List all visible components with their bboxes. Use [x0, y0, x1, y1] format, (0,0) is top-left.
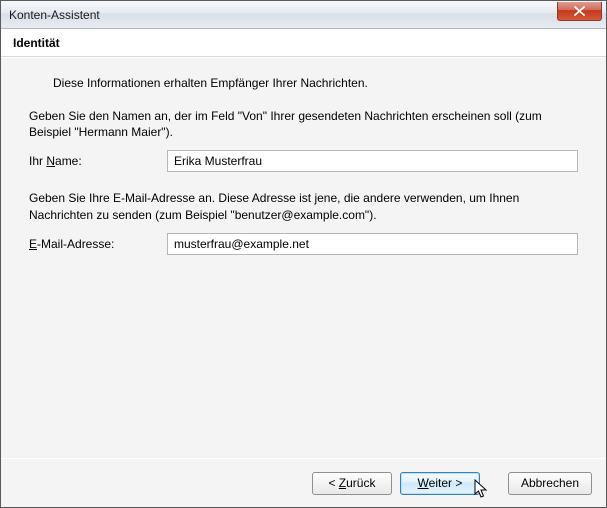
wizard-content: Diese Informationen erhalten Empfänger I… [1, 57, 606, 507]
name-instructions: Geben Sie den Namen an, der im Feld "Von… [29, 108, 578, 140]
email-row: E-Mail-Adresse: [29, 233, 578, 255]
page-title: Identität [13, 36, 60, 50]
name-input[interactable] [167, 150, 578, 172]
back-button[interactable]: < Zurück [312, 472, 392, 495]
titlebar[interactable]: Konten-Assistent [1, 1, 606, 29]
name-label: Ihr Name: [29, 154, 167, 168]
name-row: Ihr Name: [29, 150, 578, 172]
close-button[interactable] [557, 2, 602, 21]
wizard-header: Identität [1, 29, 606, 57]
intro-text: Diese Informationen erhalten Empfänger I… [53, 76, 578, 90]
close-icon [574, 6, 585, 16]
email-instructions: Geben Sie Ihre E-Mail-Adresse an. Diese … [29, 190, 578, 222]
dialog-window: Konten-Assistent Identität Diese Informa… [0, 0, 607, 508]
email-input[interactable] [167, 233, 578, 255]
window-title: Konten-Assistent [9, 8, 100, 22]
cancel-button[interactable]: Abbrechen [508, 472, 592, 495]
email-label: E-Mail-Adresse: [29, 237, 167, 251]
button-bar: < Zurück Weiter > Abbrechen [1, 459, 606, 507]
next-button[interactable]: Weiter > [400, 472, 480, 495]
